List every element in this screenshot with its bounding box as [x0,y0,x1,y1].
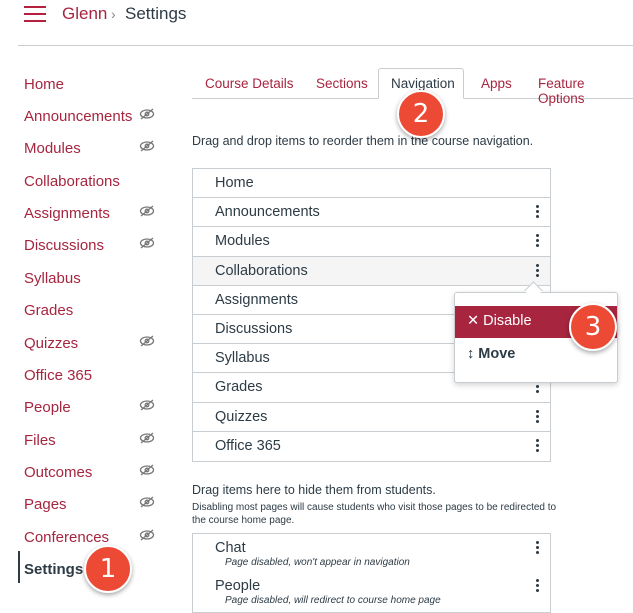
navigation-instructions: Drag and drop items to reorder them in t… [192,134,534,148]
nav-item-label: Office 365 [215,437,281,454]
kebab-menu-icon[interactable] [536,438,540,453]
nav-item-label: Assignments [215,291,299,308]
eye-slash-icon [139,432,155,444]
sidebar-active-indicator [18,551,20,583]
sidebar-item-announcements[interactable]: Announcements [24,108,132,126]
eye-slash-icon [139,464,155,476]
eye-slash-icon [139,529,155,541]
list-item[interactable]: Quizzes [193,403,550,432]
sidebar-item-home[interactable]: Home [24,76,64,94]
sidebar-item-pages[interactable]: Pages [24,496,67,514]
sidebar-item-outcomes[interactable]: Outcomes [24,464,92,482]
tab-feature-options[interactable]: Feature Options [538,76,633,106]
disable-menu-label: ✕ Disable [467,313,532,329]
tab-apps[interactable]: Apps [481,76,512,91]
sidebar-item-conferences[interactable]: Conferences [24,529,109,547]
kebab-menu-icon[interactable] [536,409,540,424]
disabled-nav-list: Chat Page disabled, won't appear in navi… [192,533,551,613]
nav-item-label: Collaborations [215,262,308,279]
eye-slash-icon [139,399,155,411]
eye-slash-icon [139,205,155,217]
list-item[interactable]: Announcements [193,198,550,228]
nav-item-label: Home [215,175,254,191]
hidden-item-status: Page disabled, will redirect to course h… [225,595,441,606]
sidebar-item-office-365[interactable]: Office 365 [24,367,92,385]
breadcrumb-separator-icon: › [111,6,116,22]
list-item[interactable]: Office 365 [193,432,550,461]
nav-item-label: Syllabus [215,350,270,367]
sidebar-item-modules[interactable]: Modules [24,140,81,158]
sidebar-item-grades[interactable]: Grades [24,302,73,320]
header-divider [18,45,633,46]
sidebar-item-settings[interactable]: Settings [24,561,83,579]
kebab-menu-icon[interactable] [536,541,540,555]
sidebar-item-quizzes[interactable]: Quizzes [24,335,78,353]
nav-item-label: Quizzes [215,408,268,425]
list-item[interactable]: People Page disabled, will redirect to c… [193,572,550,610]
kebab-menu-icon[interactable] [536,205,540,219]
list-item[interactable]: Chat Page disabled, won't appear in navi… [193,534,550,572]
tab-course-details[interactable]: Course Details [205,76,294,91]
kebab-menu-icon[interactable] [536,234,540,248]
list-item[interactable]: Collaborations [193,256,550,286]
eye-slash-icon [139,335,155,347]
callout-badge-1: 1 [84,545,132,593]
nav-item-label: Modules [215,233,270,250]
hidden-item-label: People [215,578,261,594]
list-item[interactable]: Home [193,169,550,199]
sidebar-item-files[interactable]: Files [24,432,56,450]
hidden-item-label: Chat [215,540,246,556]
sidebar-item-collaborations[interactable]: Collaborations [24,173,120,191]
kebab-menu-icon[interactable] [536,263,540,278]
list-item[interactable]: Modules [193,227,550,257]
sidebar-item-people[interactable]: People [24,399,71,417]
tab-navigation[interactable]: Navigation [391,76,455,91]
move-menu-item[interactable]: ↕ Move [467,346,515,362]
eye-slash-icon [139,140,155,152]
hidden-item-status: Page disabled, won't appear in navigatio… [225,557,410,568]
hidden-section-note: Disabling most pages will cause students… [192,502,557,526]
hidden-section-title: Drag items here to hide them from studen… [192,483,436,497]
eye-slash-icon [139,237,155,249]
breadcrumb-current: Settings [125,4,187,23]
hamburger-menu-icon[interactable] [24,6,46,22]
callout-badge-2: 2 [397,90,445,138]
eye-slash-icon [139,108,155,120]
breadcrumb-course-link[interactable]: Glenn [62,4,107,24]
tab-sections[interactable]: Sections [316,76,368,91]
sidebar-item-syllabus[interactable]: Syllabus [24,270,81,288]
eye-slash-icon [139,496,155,508]
sidebar-item-assignments[interactable]: Assignments [24,205,110,223]
sidebar-item-discussions[interactable]: Discussions [24,237,104,255]
kebab-menu-icon[interactable] [536,579,540,593]
nav-item-label: Announcements [215,204,320,221]
nav-item-label: Discussions [215,320,293,337]
nav-item-label: Grades [215,379,263,396]
callout-badge-3: 3 [569,303,617,351]
